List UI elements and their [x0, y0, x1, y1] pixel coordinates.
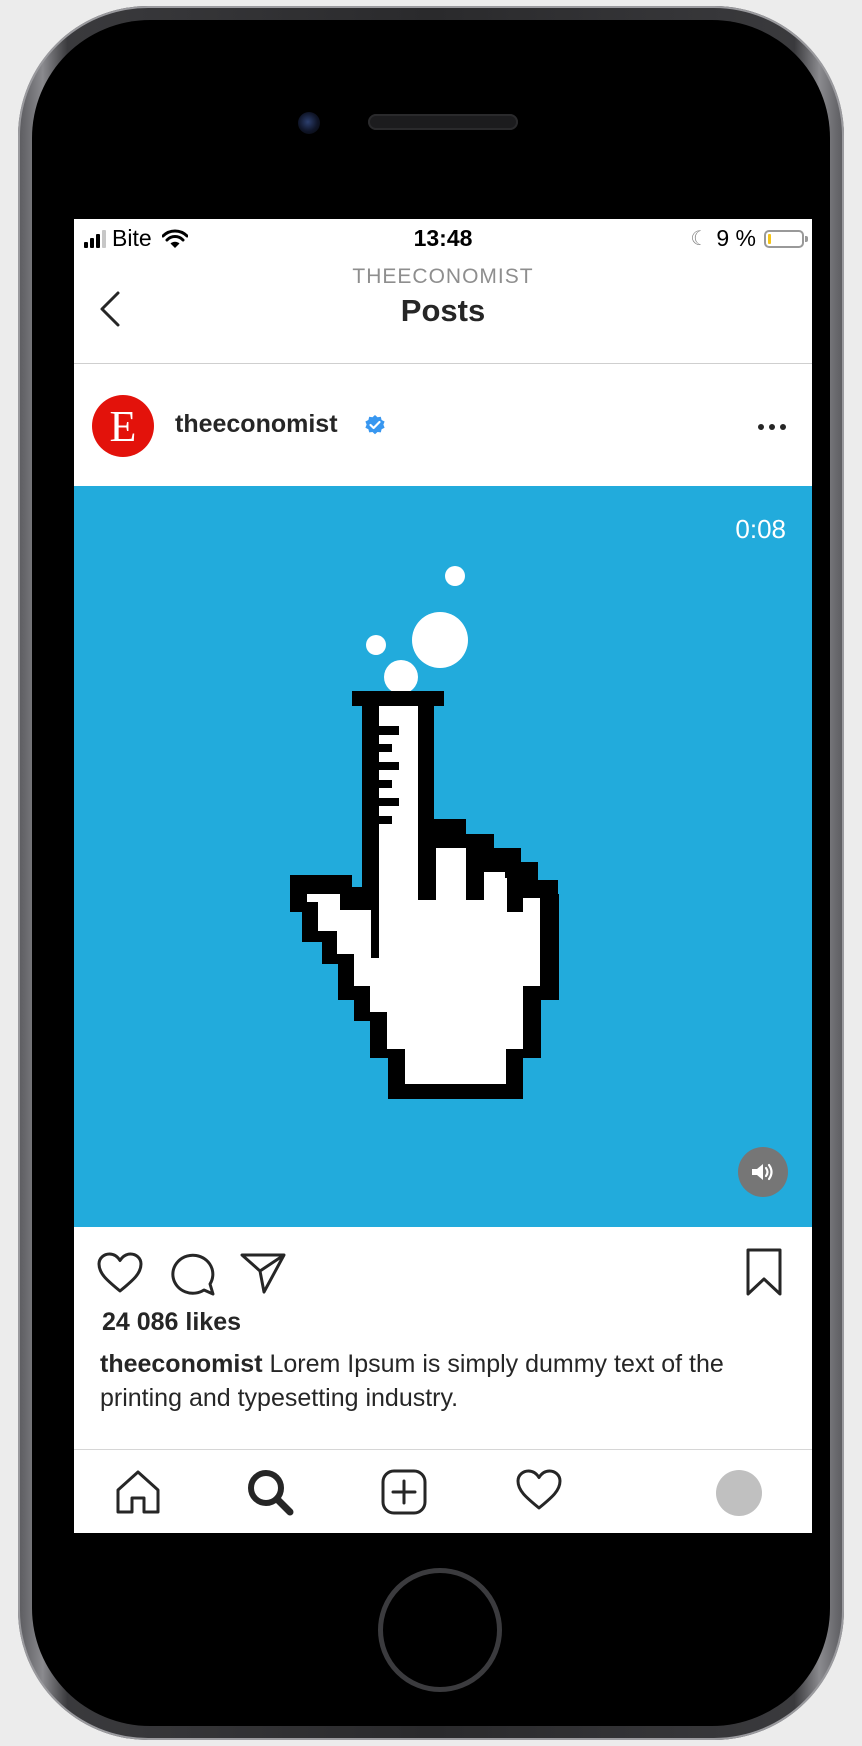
share-icon[interactable]	[239, 1251, 287, 1295]
home-icon[interactable]	[114, 1468, 162, 1516]
video-timer: 0:08	[735, 514, 786, 544]
verified-icon	[365, 415, 385, 435]
likes-count[interactable]: 24 086 likes	[102, 1308, 241, 1337]
moon-icon: ☾	[690, 228, 709, 250]
account-label: THEECONOMIST	[352, 265, 534, 288]
home-button[interactable]	[378, 1568, 502, 1692]
add-post-icon[interactable]	[380, 1468, 428, 1516]
front-camera	[298, 112, 320, 134]
status-bar: Bite 13:48 ☾ 9 %	[74, 219, 812, 259]
activity-heart-icon[interactable]	[515, 1468, 563, 1512]
profile-avatar[interactable]	[716, 1470, 762, 1516]
post-username[interactable]: theeconomist	[175, 410, 338, 439]
caption-username[interactable]: theeconomist	[100, 1350, 263, 1378]
search-icon[interactable]	[246, 1468, 296, 1518]
status-right: ☾ 9 %	[690, 225, 808, 252]
heart-icon[interactable]	[96, 1251, 144, 1295]
post-video[interactable]: 0:08	[74, 486, 812, 1227]
earpiece-speaker	[368, 114, 518, 130]
more-icon[interactable]	[758, 424, 786, 430]
pointer-hand-flask-illustration	[290, 566, 559, 1099]
avatar[interactable]: E	[92, 395, 154, 457]
bottom-tab-bar	[74, 1449, 812, 1533]
phone-screen: Bite 13:48 ☾ 9 % THEECONOMIST Posts E th…	[74, 219, 812, 1533]
page-title: Posts	[400, 293, 486, 328]
bookmark-icon[interactable]	[744, 1247, 784, 1297]
mute-icon	[752, 1163, 773, 1181]
battery-icon	[764, 229, 808, 248]
comment-icon[interactable]	[169, 1251, 217, 1297]
battery-percent: 9 %	[716, 225, 756, 251]
post-caption: theeconomist Lorem Ipsum is simply dummy…	[100, 1347, 780, 1415]
post-header: E theeconomist	[74, 364, 812, 486]
mute-button[interactable]	[738, 1147, 788, 1197]
nav-header: THEECONOMIST Posts	[74, 259, 812, 364]
